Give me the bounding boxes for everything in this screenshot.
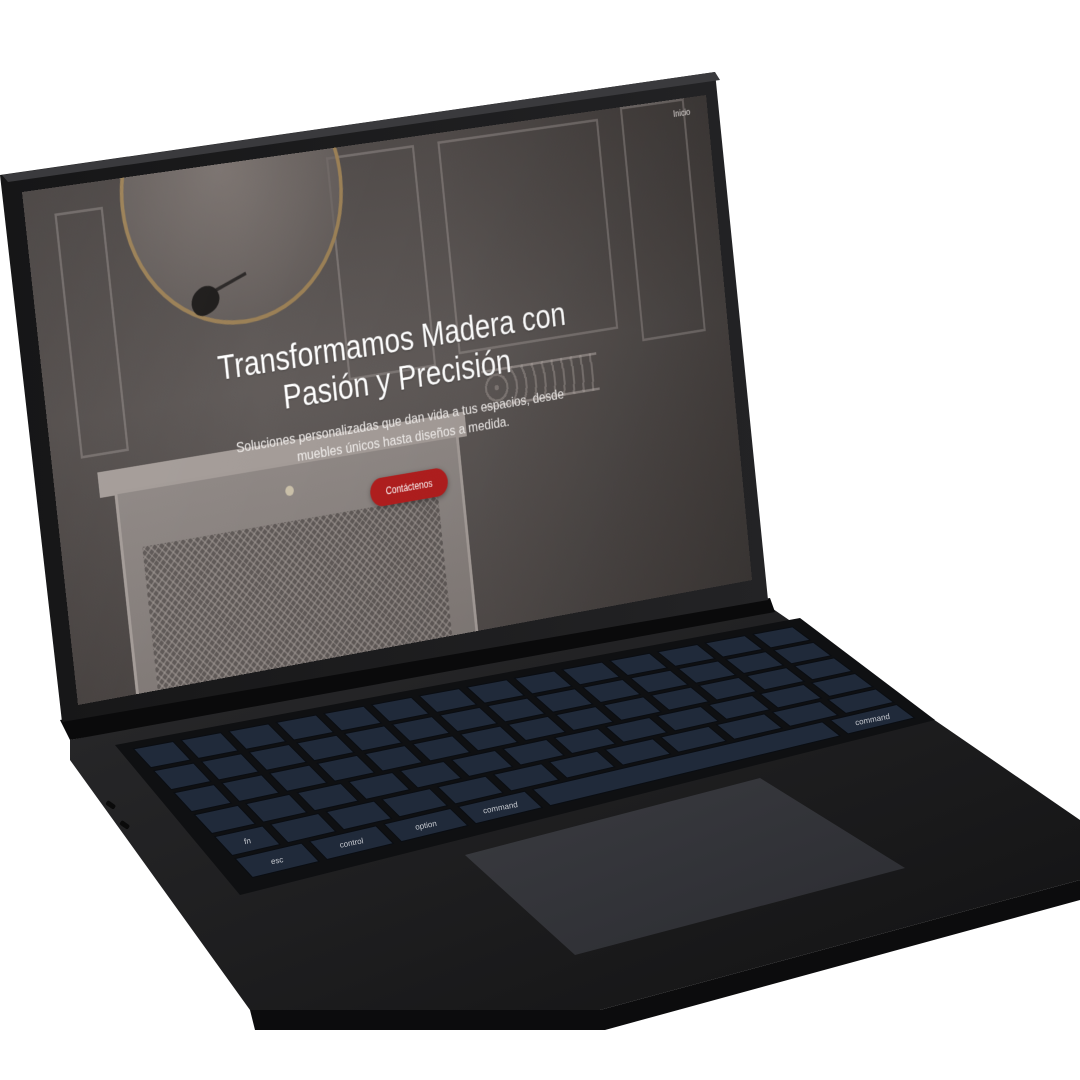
laptop-scene: fn esc control option command command Inicio … (0, 0, 1080, 1080)
